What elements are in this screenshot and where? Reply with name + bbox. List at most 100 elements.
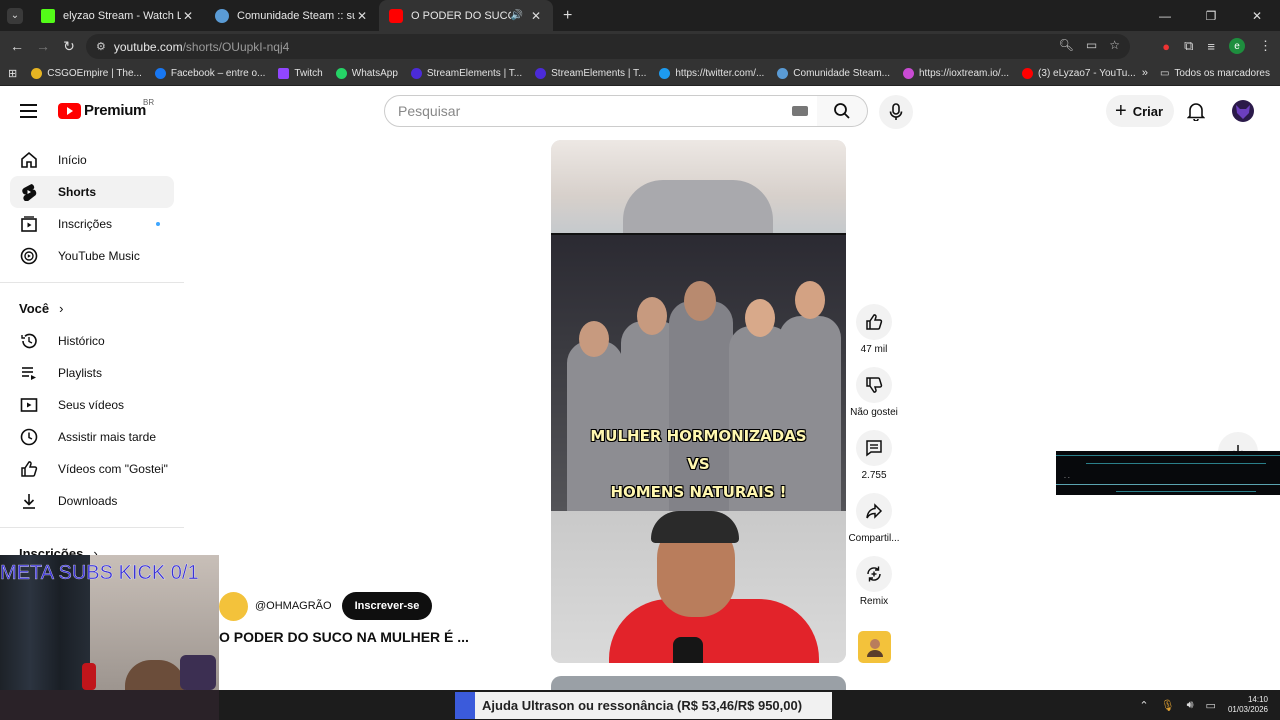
bookmark-label: WhatsApp [351,67,398,79]
close-window-button[interactable]: ✕ [1234,0,1280,31]
extensions-puzzle-icon[interactable]: ⧉ [1184,38,1193,54]
menu-icon[interactable] [20,104,37,122]
search-icon [834,103,850,119]
volume-icon[interactable]: 🔊︎ [1187,699,1194,712]
microphone-tray-icon[interactable]: 🎙︎ [1161,699,1175,712]
restore-button[interactable]: ❐ [1188,0,1234,31]
donation-goal-bar: Ajuda Ultrason ou ressonância (R$ 53,46/… [455,692,832,719]
downloads-icon [20,492,38,510]
notifications-button[interactable] [1186,102,1206,126]
comments-action: 2.755 [848,430,900,481]
keyboard-icon[interactable] [792,106,808,116]
logo-text: Premium [84,102,147,119]
sidebar-item-history[interactable]: Histórico [10,325,174,357]
bookmark-item[interactable]: https://twitter.com/... [659,67,764,79]
search-button[interactable] [817,95,868,127]
tab-youtube[interactable]: O PODER DO SUCO NA MULHER 🔊 ✕ [379,0,553,31]
tray-expand-icon[interactable]: ⌃ [1139,699,1148,712]
account-avatar[interactable] [1232,100,1254,122]
audio-playing-icon[interactable]: 🔊 [511,10,523,21]
short-title[interactable]: O PODER DO SUCO NA MULHER É ... [219,629,469,645]
media-control-icon[interactable]: ≡ [1207,39,1215,54]
sidebar-item-shorts[interactable]: Shorts [10,176,174,208]
sidebar-item-your-videos[interactable]: Seus vídeos [10,389,174,421]
bookmark-star-icon[interactable]: ☆ [1109,38,1120,52]
bookmark-favicon-icon [410,67,422,79]
close-icon[interactable]: ✕ [355,9,369,23]
webcam-chair [180,655,216,690]
close-icon[interactable]: ✕ [529,9,543,23]
channel-avatar[interactable] [219,591,248,621]
zoom-icon[interactable]: 🔍︎ [1059,38,1074,52]
menu-kebab-icon[interactable]: ⋮ [1259,38,1272,54]
battery-icon[interactable]: ▭ [1206,699,1216,712]
subscribe-button[interactable]: Inscrever-se [341,592,433,620]
sidebar-item-subscriptions[interactable]: Inscrições [10,208,174,240]
close-icon[interactable]: ✕ [181,9,195,23]
chevron-right-icon: › [59,301,64,316]
profile-avatar[interactable]: e [1229,38,1245,54]
apps-grid-icon[interactable]: ⊞ [8,67,17,80]
comment-icon [866,440,882,457]
sidebar-item-youtube-music[interactable]: YouTube Music [10,240,174,272]
more-bookmarks-icon[interactable]: » [1142,67,1148,79]
like-button[interactable] [856,304,892,340]
video-microphone [673,637,703,663]
sidebar-item-label: Vídeos com "Gostei" [58,462,168,476]
comments-button[interactable] [856,430,892,466]
bookmark-item[interactable]: WhatsApp [335,67,398,79]
kick-favicon-icon [41,8,55,23]
bookmark-item[interactable]: Twitch [278,67,323,79]
all-bookmarks-folder[interactable]: ▭ Todos os marcadores [1160,68,1270,79]
watch-later-icon [20,428,38,446]
voice-search-button[interactable] [879,95,913,129]
section-title: Você [19,301,50,316]
tab-kick[interactable]: elyzao Stream - Watch Live on Kick ✕ [31,0,205,31]
clock-time: 14:10 [1247,695,1268,704]
site-info-icon[interactable]: ⚙ [96,40,106,53]
tab-steam[interactable]: Comunidade Steam :: sunfl3rzam ✕ [205,0,379,31]
remix-button[interactable] [856,556,892,592]
search-input[interactable] [398,103,778,119]
sidebar-item-home[interactable]: Início [10,144,174,176]
sidebar-item-label: Inscrições [58,217,113,231]
sidebar: Início Shorts Inscrições YouTube Music V… [0,136,200,561]
clock[interactable]: 14:10 01/03/2026 [1228,695,1268,715]
forward-button[interactable]: → [30,38,56,54]
minimize-button[interactable]: — [1142,0,1188,31]
like-count: 47 mil [860,344,888,355]
extension-icon[interactable]: ● [1162,39,1170,54]
folder-icon: ▭ [1159,67,1170,79]
bookmark-item[interactable]: StreamElements | T... [535,67,646,79]
reload-button[interactable]: ↻ [56,38,82,55]
tab-search-button[interactable]: ⌄ [7,7,23,24]
youtube-logo[interactable]: Premium BR [58,98,154,119]
share-button[interactable] [856,493,892,529]
bookmark-label: https://ioxtream.io/... [919,67,1010,79]
home-icon [20,151,38,169]
bookmark-item[interactable]: Comunidade Steam... [777,67,890,79]
sidebar-item-label: YouTube Music [58,249,140,263]
bookmark-label: Facebook – entre o... [170,67,266,79]
channel-thumbnail[interactable] [858,631,891,663]
bookmark-item[interactable]: Facebook – entre o... [154,67,266,79]
bookmark-item[interactable]: StreamElements | T... [410,67,522,79]
bookmark-item[interactable]: https://ioxtream.io/... [903,67,1010,79]
sidebar-item-liked-videos[interactable]: Vídeos com "Gostei" [10,453,174,485]
new-tab-button[interactable]: + [563,7,572,25]
create-button[interactable]: + Criar [1106,95,1174,127]
dislike-button[interactable] [856,367,892,403]
sidebar-item-downloads[interactable]: Downloads [10,485,174,517]
sidebar-item-watch-later[interactable]: Assistir mais tarde [10,421,174,453]
sidebar-section-you[interactable]: Você › [19,301,63,316]
channel-name[interactable]: @OHMAGRÃO [255,600,332,612]
short-video-player[interactable]: MULHER HORMONIZADAS VS HOMENS NATURAIS ! [551,140,846,663]
bookmark-favicon-icon [31,67,43,79]
bookmark-favicon-icon [278,67,290,79]
bookmark-item[interactable]: CSGOEmpire | The... [31,67,142,79]
cast-icon[interactable]: ▭ [1086,38,1097,52]
back-button[interactable]: ← [4,38,30,54]
sidebar-item-playlists[interactable]: Playlists [10,357,174,389]
bookmark-item[interactable]: (3) eLyzao7 - YouTu... [1022,67,1136,79]
address-bar[interactable]: ⚙ youtube.com/shorts/OUupkI-nqj4 🔍︎ ▭ ☆ [86,34,1130,59]
